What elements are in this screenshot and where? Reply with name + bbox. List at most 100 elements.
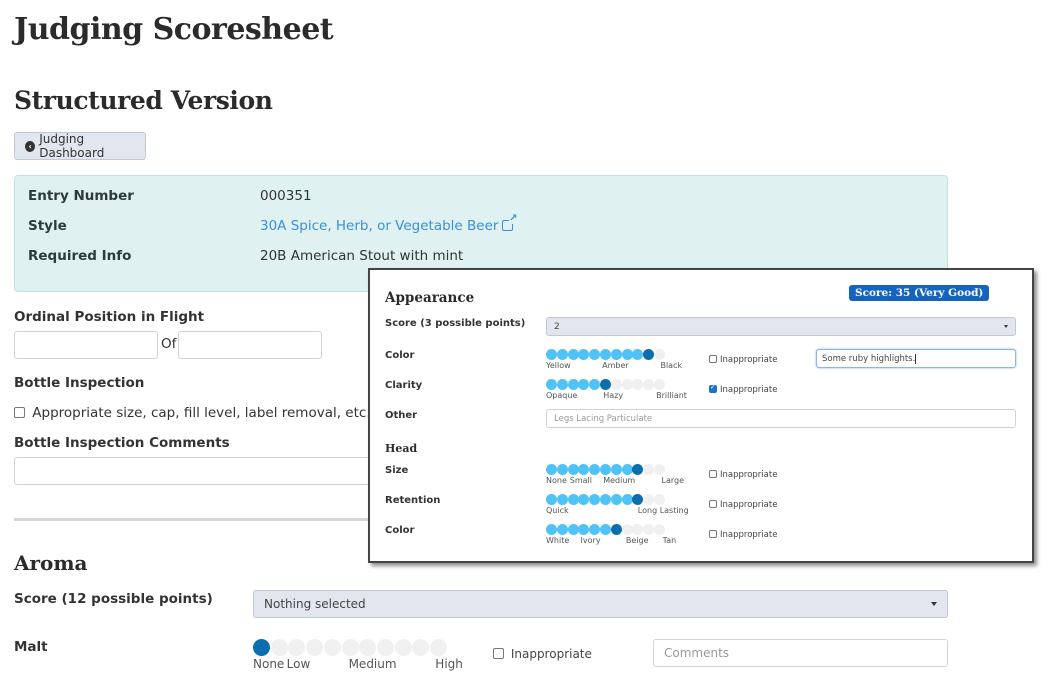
slider-step[interactable] <box>253 639 270 656</box>
slider-step[interactable] <box>643 494 655 505</box>
appearance-clarity-inappropriate-option[interactable]: Inappropriate <box>709 383 777 395</box>
ordinal-position-input[interactable] <box>14 331 158 359</box>
head-size-inappropriate-checkbox[interactable] <box>709 470 717 478</box>
slider-step[interactable] <box>621 494 633 505</box>
slider-step[interactable] <box>394 639 412 656</box>
head-retention-inappropriate-option[interactable]: Inappropriate <box>709 500 777 510</box>
slider-step[interactable] <box>567 464 579 475</box>
slider-step[interactable] <box>376 639 394 656</box>
slider-step[interactable] <box>589 494 601 505</box>
slider-step[interactable] <box>632 524 644 535</box>
inappropriate-label: Inappropriate <box>720 470 778 480</box>
slider-step[interactable] <box>306 639 324 656</box>
bottle-inspection-checkbox-label: Appropriate size, cap, fill level, label… <box>32 405 371 421</box>
slider-step[interactable] <box>546 349 557 360</box>
slider-step[interactable] <box>621 524 633 535</box>
slider-step[interactable] <box>610 464 622 475</box>
slider-step[interactable] <box>600 349 611 360</box>
bottle-inspection-checkbox[interactable] <box>14 407 25 418</box>
slider-step[interactable] <box>632 464 644 475</box>
ordinal-total-input[interactable] <box>178 331 322 359</box>
slider-step[interactable] <box>567 524 579 535</box>
slider-step[interactable] <box>632 349 644 360</box>
slider-step[interactable] <box>589 379 601 390</box>
slider-step[interactable] <box>610 349 622 360</box>
slider-step[interactable] <box>654 349 665 360</box>
slider-step[interactable] <box>654 524 665 535</box>
slider-step[interactable] <box>359 639 377 656</box>
slider-step[interactable] <box>589 524 601 535</box>
slider-step[interactable] <box>567 379 579 390</box>
appearance-color-inappropriate-checkbox[interactable] <box>709 355 717 363</box>
head-size-slider[interactable]: None Small Medium Large <box>546 464 696 494</box>
aroma-score-select[interactable]: Nothing selected <box>253 590 948 618</box>
slider-step[interactable] <box>412 639 430 656</box>
malt-slider[interactable]: None Low Medium High <box>253 639 463 671</box>
slider-step[interactable] <box>578 524 590 535</box>
slider-step[interactable] <box>589 349 601 360</box>
malt-inappropriate-checkbox[interactable] <box>493 648 504 659</box>
head-color-slider[interactable]: White Ivory Beige Tan <box>546 524 696 554</box>
slider-step[interactable] <box>610 494 622 505</box>
malt-inappropriate-option[interactable]: Inappropriate <box>493 647 592 661</box>
slider-step[interactable] <box>546 494 557 505</box>
slider-step[interactable] <box>270 639 288 656</box>
slider-step[interactable] <box>578 464 590 475</box>
slider-step[interactable] <box>600 494 611 505</box>
slider-step[interactable] <box>323 639 341 656</box>
slider-step[interactable] <box>546 379 557 390</box>
slider-step[interactable] <box>288 639 306 656</box>
slider-step[interactable] <box>610 524 622 535</box>
slider-step[interactable] <box>556 464 568 475</box>
slider-step[interactable] <box>621 349 633 360</box>
bottle-inspection-option[interactable]: Appropriate size, cap, fill level, label… <box>14 405 371 421</box>
slider-step[interactable] <box>567 494 579 505</box>
slider-step[interactable] <box>643 379 655 390</box>
slider-step[interactable] <box>578 494 590 505</box>
slider-step[interactable] <box>643 464 655 475</box>
slider-step[interactable] <box>632 379 644 390</box>
slider-step[interactable] <box>578 349 590 360</box>
slider-step[interactable] <box>654 494 665 505</box>
appearance-score-select[interactable]: 2 <box>546 317 1016 336</box>
slider-step[interactable] <box>556 349 568 360</box>
style-link[interactable]: 30A Spice, Herb, or Vegetable Beer <box>260 214 518 234</box>
slider-step[interactable] <box>556 524 568 535</box>
slider-step[interactable] <box>546 464 557 475</box>
appearance-clarity-inappropriate-checkbox[interactable] <box>709 383 717 393</box>
head-color-inappropriate-checkbox[interactable] <box>709 530 717 538</box>
head-retention-inappropriate-checkbox[interactable] <box>709 500 717 508</box>
judging-dashboard-button[interactable]: ‹ Judging Dashboard <box>14 132 146 160</box>
slider-step[interactable] <box>556 379 568 390</box>
appearance-other-input[interactable]: Legs Lacing Particulate <box>546 409 1016 428</box>
malt-comments-input[interactable]: Comments <box>653 639 948 667</box>
head-size-inappropriate-option[interactable]: Inappropriate <box>709 470 777 480</box>
slider-tick-label: High <box>435 657 463 671</box>
appearance-color-inappropriate-option[interactable]: Inappropriate <box>709 355 777 365</box>
slider-step[interactable] <box>578 379 590 390</box>
slider-step[interactable] <box>546 524 557 535</box>
slider-step[interactable] <box>632 494 644 505</box>
slider-step[interactable] <box>341 639 359 656</box>
slider-step[interactable] <box>600 524 611 535</box>
slider-step[interactable] <box>621 379 633 390</box>
head-color-inappropriate-option[interactable]: Inappropriate <box>709 530 777 540</box>
slider-step[interactable] <box>556 494 568 505</box>
bottle-comments-input[interactable] <box>14 457 414 485</box>
head-retention-slider[interactable]: Quick Long Lasting <box>546 494 696 524</box>
appearance-color-comments-input[interactable]: Some ruby highlights. <box>816 349 1016 368</box>
appearance-color-slider[interactable]: Yellow Amber Black <box>546 349 696 379</box>
slider-step[interactable] <box>643 349 655 360</box>
slider-step[interactable] <box>430 639 447 656</box>
appearance-clarity-slider[interactable]: Opaque Hazy Brilliant <box>546 379 696 409</box>
slider-step[interactable] <box>600 464 611 475</box>
slider-step[interactable] <box>589 464 601 475</box>
slider-step[interactable] <box>643 524 655 535</box>
slider-step[interactable] <box>654 379 665 390</box>
slider-step[interactable] <box>610 379 622 390</box>
slider-step[interactable] <box>654 464 665 475</box>
slider-step[interactable] <box>567 349 579 360</box>
slider-step[interactable] <box>621 464 633 475</box>
style-link-text[interactable]: 30A Spice, Herb, or Vegetable Beer <box>260 218 498 234</box>
slider-step[interactable] <box>600 379 611 390</box>
